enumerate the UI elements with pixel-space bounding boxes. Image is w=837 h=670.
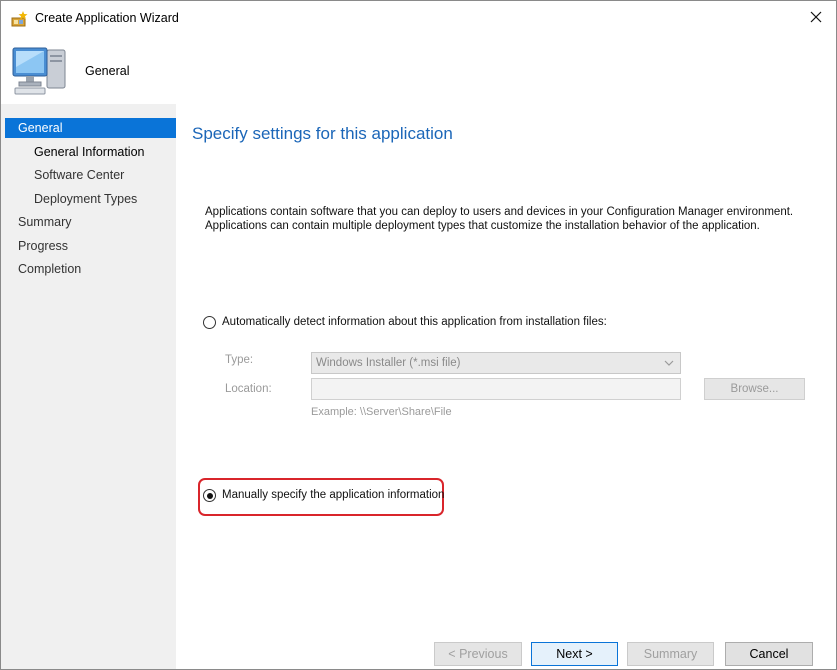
nav-item-summary[interactable]: Summary [5,212,176,232]
main-panel: Specify settings for this application Ap… [176,104,836,669]
title-bar: Create Application Wizard [1,1,836,36]
next-button[interactable]: Next > [531,642,618,666]
nav-item-label: General [18,121,63,135]
page-heading: Specify settings for this application [192,124,453,143]
nav-item-label: Software Center [34,168,125,182]
nav-item-completion[interactable]: Completion [5,259,176,279]
window-title: Create Application Wizard [35,11,179,25]
auto-detect-radio[interactable] [203,316,216,329]
wizard-window: Create Application Wizard General Genera… [0,0,837,670]
nav-item-label: Progress [18,239,69,253]
cancel-button[interactable]: Cancel [725,642,813,666]
location-label: Location: [225,383,272,395]
type-select[interactable]: Windows Installer (*.msi file) [311,352,681,374]
wizard-header: General [1,36,836,104]
nav-item-label: General Information [34,145,145,159]
header-title: General [85,64,130,78]
browse-button[interactable]: Browse... [704,378,805,400]
nav-item-general-information[interactable]: General Information [5,142,176,162]
wizard-nav: General General Information Software Cen… [1,104,176,669]
previous-button[interactable]: < Previous [434,642,522,666]
auto-detect-label[interactable]: Automatically detect information about t… [222,316,607,328]
nav-item-label: Summary [18,215,72,229]
wizard-sparkle-icon [11,11,29,27]
type-label: Type: [225,354,254,366]
description: Applications contain software that you c… [205,205,825,233]
nav-item-general[interactable]: General [5,118,176,138]
manual-radio[interactable] [203,489,216,502]
nav-item-progress[interactable]: Progress [5,236,176,256]
nav-item-deployment-types[interactable]: Deployment Types [5,189,176,209]
location-input[interactable] [311,378,681,400]
nav-item-label: Completion [18,262,82,276]
location-example: Example: \\Server\Share\File [311,406,452,418]
description-line-1: Applications contain software that you c… [205,206,794,218]
nav-item-software-center[interactable]: Software Center [5,165,176,185]
manual-label[interactable]: Manually specify the application informa… [222,489,444,501]
radio-selected-dot [206,492,213,499]
close-icon [810,11,822,26]
chevron-down-icon [662,353,676,373]
computer-monitor-icon [11,42,69,98]
description-line-2: Applications can contain multiple deploy… [205,220,760,232]
summary-button[interactable]: Summary [627,642,714,666]
nav-item-label: Deployment Types [34,192,138,206]
close-button[interactable] [802,5,830,31]
type-select-value: Windows Installer (*.msi file) [316,357,461,369]
